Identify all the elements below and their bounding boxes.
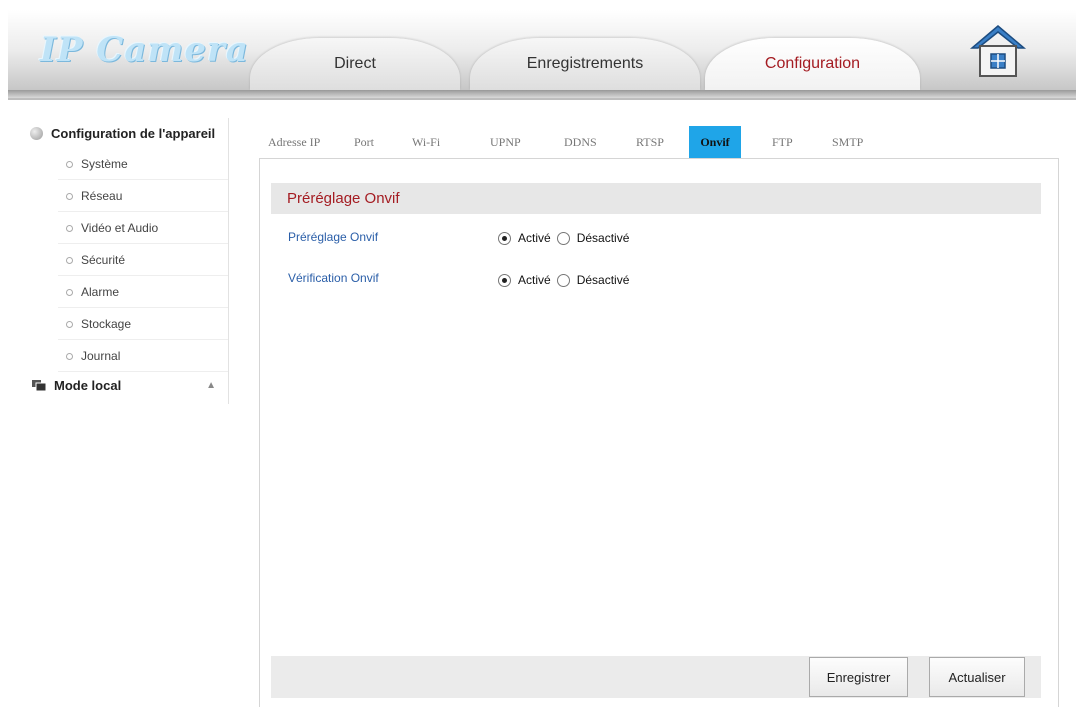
radio-label: Désactivé <box>576 231 630 245</box>
header-divider <box>8 90 1076 98</box>
onvif-verification-label: Vérification Onvif <box>288 271 379 285</box>
bullet-icon <box>66 192 73 200</box>
bullet-icon <box>66 224 73 232</box>
onvif-preset-label: Préréglage Onvif <box>288 230 379 244</box>
sidebar-item-label: Réseau <box>81 189 123 203</box>
home-icon[interactable] <box>968 20 1028 80</box>
bullet-icon <box>66 288 73 296</box>
local-mode-icon <box>32 379 47 392</box>
sidebar-item-reseau[interactable]: Réseau <box>58 181 228 212</box>
sidebar-item-alarme[interactable]: Alarme <box>58 277 228 308</box>
panel-title: Préréglage Onvif <box>271 183 1041 214</box>
save-button[interactable]: Enregistrer <box>809 657 908 697</box>
subtab-upnp[interactable]: UPNP <box>490 126 521 158</box>
sidebar-item-label: Sécurité <box>81 253 126 267</box>
onvif-verification-radio-group: Activé Désactivé <box>498 273 635 287</box>
sidebar-section-local-mode[interactable]: Mode local ▲ <box>32 378 228 393</box>
subtab-ftp[interactable]: FTP <box>772 126 793 158</box>
sidebar-item-label: Alarme <box>81 285 120 299</box>
subtab-rtsp[interactable]: RTSP <box>636 126 664 158</box>
sidebar: Configuration de l'appareil Système Rése… <box>26 118 229 404</box>
subtab-onvif[interactable]: Onvif <box>689 126 741 158</box>
radio-label: Activé <box>518 273 551 287</box>
onvif-preset-disabled-radio[interactable] <box>556 231 570 245</box>
bullet-icon <box>66 320 73 328</box>
subtab-smtp[interactable]: SMTP <box>832 126 863 158</box>
action-bar <box>271 656 1041 698</box>
chevron-up-icon[interactable]: ▲ <box>206 380 216 391</box>
sidebar-item-journal[interactable]: Journal <box>58 341 228 372</box>
sidebar-item-systeme[interactable]: Système <box>58 149 228 180</box>
sidebar-item-label: Système <box>81 157 128 171</box>
refresh-button[interactable]: Actualiser <box>929 657 1025 697</box>
bullet-icon <box>66 160 73 168</box>
onvif-verification-enabled-radio[interactable] <box>498 273 511 287</box>
content-panel <box>259 158 1059 707</box>
sidebar-section-title: Configuration de l'appareil <box>51 126 216 141</box>
onvif-verification-disabled-radio[interactable] <box>556 273 570 287</box>
radio-label: Désactivé <box>576 273 630 287</box>
bullet-icon <box>66 352 73 360</box>
sidebar-item-stockage[interactable]: Stockage <box>58 309 228 340</box>
tab-direct[interactable]: Direct <box>250 38 460 90</box>
sidebar-section-device-config[interactable]: Configuration de l'appareil <box>30 126 215 141</box>
bullet-icon <box>66 256 73 264</box>
subtab-wifi[interactable]: Wi-Fi <box>412 126 440 158</box>
local-mode-label: Mode local <box>54 378 122 393</box>
subtab-ddns[interactable]: DDNS <box>564 126 597 158</box>
logo: IP Camera <box>40 30 249 70</box>
sidebar-item-label: Vidéo et Audio <box>81 221 159 235</box>
onvif-preset-enabled-radio[interactable] <box>498 231 511 245</box>
sidebar-item-label: Stockage <box>81 317 132 331</box>
subtab-port[interactable]: Port <box>354 126 374 158</box>
sidebar-item-label: Journal <box>81 349 121 363</box>
sidebar-item-securite[interactable]: Sécurité <box>58 245 228 276</box>
section-bullet-icon <box>30 127 43 140</box>
sidebar-item-video-audio[interactable]: Vidéo et Audio <box>58 213 228 244</box>
onvif-preset-radio-group: Activé Désactivé <box>498 231 635 245</box>
tab-enregistrements[interactable]: Enregistrements <box>470 38 700 90</box>
radio-label: Activé <box>518 231 551 245</box>
tab-configuration[interactable]: Configuration <box>705 38 920 90</box>
subtab-adresse-ip[interactable]: Adresse IP <box>268 126 320 158</box>
